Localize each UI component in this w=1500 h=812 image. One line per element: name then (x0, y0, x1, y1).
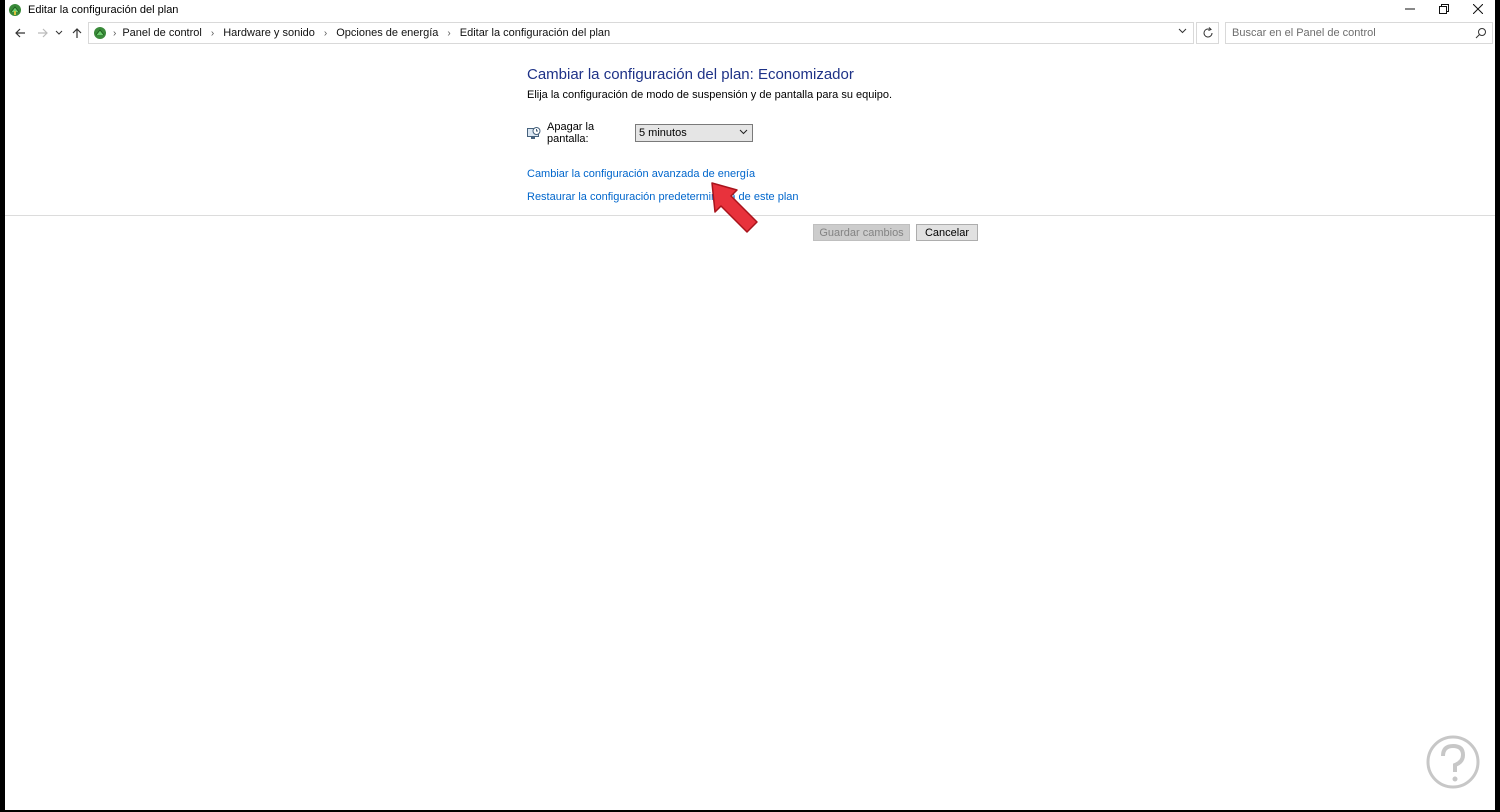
plan-settings-panel: Cambiar la configuración del plan: Econo… (527, 66, 1127, 203)
watermark-logo-icon (1426, 735, 1480, 789)
forward-button[interactable] (34, 23, 52, 43)
page-description: Elija la configuración de modo de suspen… (527, 89, 893, 101)
breadcrumb-panel-de-control[interactable]: Panel de control (122, 27, 202, 39)
display-off-select[interactable]: 5 minutos (635, 124, 753, 142)
chevron-down-icon (1178, 28, 1187, 34)
breadcrumb-opciones-de-energia[interactable]: Opciones de energía (336, 27, 438, 39)
close-icon (1473, 4, 1483, 14)
pointer-hand-icon (711, 182, 758, 233)
breadcrumb-separator: › (113, 27, 117, 39)
breadcrumb: Panel de control › Hardware y sonido › O… (122, 27, 610, 39)
power-options-icon (94, 27, 106, 39)
search-box[interactable] (1225, 22, 1493, 44)
search-icon[interactable] (1475, 27, 1487, 39)
up-icon (72, 28, 82, 38)
breadcrumb-separator[interactable]: › (447, 28, 450, 39)
control-panel-window: Editar la configuración del plan › Panel… (0, 0, 1500, 812)
minimize-button[interactable] (1393, 0, 1427, 18)
close-button[interactable] (1461, 0, 1495, 18)
recent-locations-button[interactable] (53, 23, 65, 43)
advanced-power-settings-link[interactable]: Cambiar la configuración avanzada de ene… (527, 168, 755, 180)
title-bar: Editar la configuración del plan (5, 0, 1495, 19)
back-icon (15, 28, 25, 38)
breadcrumb-separator[interactable]: › (324, 28, 327, 39)
chevron-down-icon (739, 127, 748, 138)
cancel-button[interactable]: Cancelar (916, 224, 978, 241)
refresh-button[interactable] (1196, 22, 1219, 44)
address-dropdown-button[interactable] (1178, 26, 1187, 38)
page-title: Cambiar la configuración del plan: Econo… (527, 66, 854, 83)
window-title: Editar la configuración del plan (28, 3, 179, 16)
restore-icon (1439, 4, 1449, 14)
display-off-setting: Apagar la pantalla: 5 minutos (527, 121, 753, 145)
address-bar[interactable]: › Panel de control › Hardware y sonido ›… (88, 22, 1194, 44)
minimize-icon (1405, 8, 1415, 10)
back-button[interactable] (11, 23, 29, 43)
search-input[interactable] (1232, 27, 1462, 39)
breadcrumb-hardware-y-sonido[interactable]: Hardware y sonido (223, 27, 315, 39)
display-off-value: 5 minutos (639, 127, 687, 139)
recent-locations-icon (55, 30, 63, 35)
save-button[interactable]: Guardar cambios (813, 224, 910, 241)
monitor-clock-icon (527, 126, 541, 139)
restore-button[interactable] (1427, 0, 1461, 18)
breadcrumb-editar-configuracion[interactable]: Editar la configuración del plan (460, 27, 610, 39)
up-button[interactable] (68, 23, 86, 43)
navigation-row: › Panel de control › Hardware y sonido ›… (5, 21, 1495, 46)
display-off-label: Apagar la pantalla: (547, 121, 595, 145)
refresh-icon (1203, 27, 1212, 38)
forward-icon (38, 28, 48, 38)
power-options-icon (9, 3, 21, 16)
window-controls (1393, 0, 1495, 19)
breadcrumb-separator[interactable]: › (211, 28, 214, 39)
